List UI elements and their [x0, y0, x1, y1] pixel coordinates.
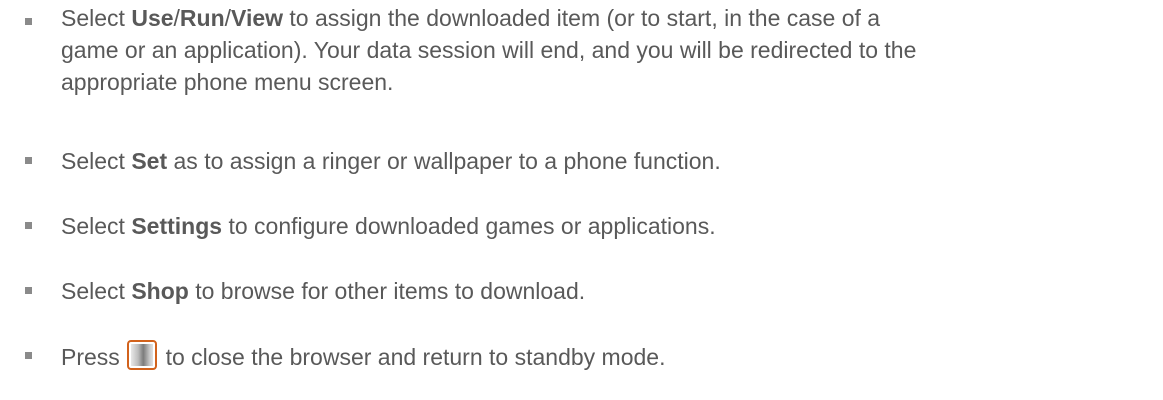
bold-set: Set	[131, 148, 168, 174]
bold-view: View	[231, 5, 284, 31]
bullet-icon	[25, 222, 32, 229]
list-item-text: Select Use/Run/View to assign the downlo…	[61, 2, 1121, 98]
bold-shop: Shop	[131, 278, 189, 304]
text-line-2: game or an application). Your data sessi…	[61, 37, 917, 63]
bullet-icon	[25, 157, 32, 164]
list-item-text: Select Shop to browse for other items to…	[61, 278, 586, 304]
text-line-1: Select Use/Run/View to assign the downlo…	[61, 5, 881, 31]
text-line-3: appropriate phone menu screen.	[61, 69, 394, 95]
list-item-text: Select Set as to assign a ringer or wall…	[61, 148, 721, 174]
list-item-text: Press to close the browser and return to…	[61, 340, 1121, 373]
bullet-icon	[25, 18, 32, 25]
end-key-icon	[127, 340, 158, 370]
bold-run: Run	[179, 5, 225, 31]
bullet-icon	[25, 287, 32, 294]
list-item-text: Select Settings to configure downloaded …	[61, 213, 716, 239]
bullet-icon	[25, 352, 32, 359]
bold-use: Use	[131, 5, 174, 31]
bold-settings: Settings	[131, 213, 223, 239]
